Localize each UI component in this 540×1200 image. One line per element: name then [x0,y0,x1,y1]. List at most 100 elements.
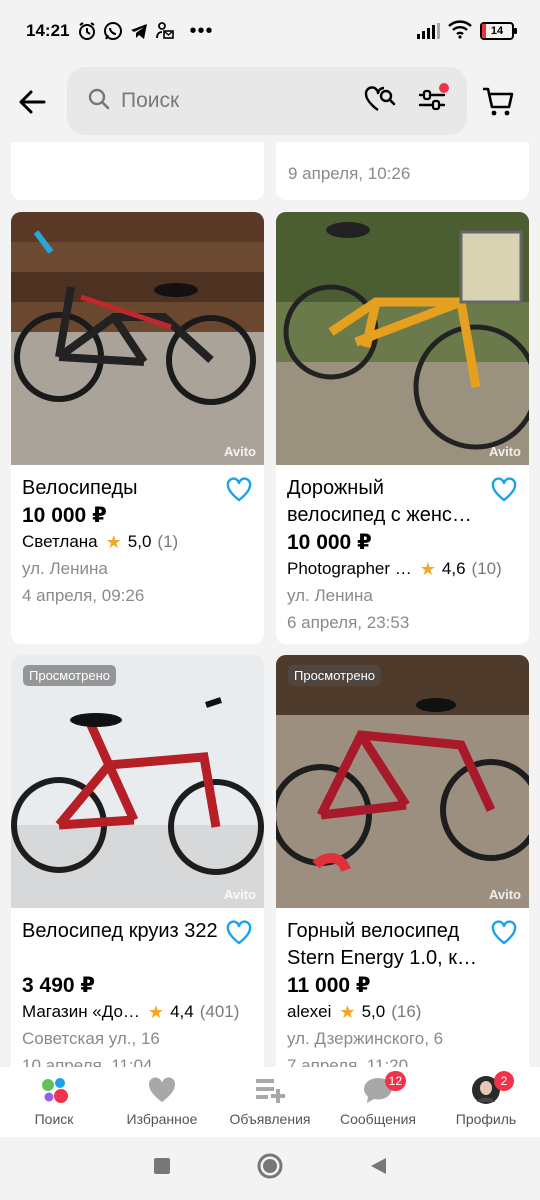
nav-label: Сообщения [340,1111,416,1127]
listing-address: ул. Ленина [22,559,108,578]
nav-label: Объявления [229,1111,311,1127]
listing-photo[interactable]: Avito [276,212,529,465]
nav-item-profile[interactable]: 2 Профиль [432,1067,540,1137]
listing-title[interactable]: Дорожный велосипед с женс… [287,475,483,529]
back-triangle-icon[interactable] [368,1156,388,1181]
listing-photo[interactable]: Avito [11,212,264,465]
favorite-heart-icon[interactable] [491,477,517,503]
review-count: (10) [471,559,502,578]
alarm-icon [77,21,97,41]
listing-price: 3 490 ₽ [22,974,95,997]
nav-item-favorites[interactable]: Избранное [108,1067,216,1137]
listing-price: 11 000 ₽ [287,974,371,997]
listing-price: 10 000 ₽ [22,504,107,527]
battery-level: 14 [490,25,504,37]
seller-rating: 4,4 [170,1002,194,1021]
listing-address: ул. Дзержинского, 6 [287,1029,444,1048]
seller-rating: 4,6 [441,559,466,578]
back-arrow-icon [19,90,46,114]
seller-rating: 5,0 [127,532,152,551]
seller-name: Photographer … [287,559,412,578]
add-listing-icon [252,1075,288,1105]
watermark: Avito [488,444,521,459]
favorite-heart-icon[interactable] [491,920,517,946]
filter-active-dot [439,82,449,93]
seller-info: alexei ★ 5,0 (16) [287,999,517,1025]
listing-date: 7 апреля, 11:20 [287,1056,409,1067]
nav-item-search[interactable]: Поиск [0,1067,108,1137]
signal-icon [417,23,440,39]
telegram-icon [129,21,149,41]
avito-search-icon [36,1075,72,1105]
back-button[interactable] [0,62,64,142]
seller-info: Photographer … ★ 4,6 (10) [287,556,517,582]
seller-name: Магазин «До… [22,1002,140,1021]
watermark: Avito [488,887,521,902]
seller-info: Светлана ★ 5,0 (1) [22,529,252,555]
search-input[interactable]: Поиск [67,67,467,135]
listing-photo[interactable]: Просмотрено Avito [276,655,529,908]
listing-photo[interactable]: Просмотрено Avito [11,655,264,908]
home-circle-icon[interactable] [256,1152,284,1185]
favorite-heart-icon[interactable] [226,477,252,503]
more-dots-icon: ••• [189,19,214,42]
listing-card[interactable]: Просмотрено Avito Горный велосипед Stern… [276,655,529,1067]
battery-icon: 14 [480,22,517,40]
seller-rating: 5,0 [361,1002,386,1021]
search-placeholder: Поиск [121,89,180,112]
system-navigation [0,1137,540,1200]
nav-item-listings[interactable]: Объявления [216,1067,324,1137]
wifi-icon [448,19,472,44]
listing-date: 6 апреля, 23:53 [287,613,410,632]
avatar-icon: 2 [468,1071,514,1105]
viewed-badge: Просмотрено [288,665,382,686]
seller-name: Светлана [22,532,98,551]
nav-label: Избранное [126,1111,198,1127]
cart-button[interactable] [478,80,518,124]
listing-title[interactable]: Велосипеды [22,475,218,502]
watermark: Avito [223,444,256,459]
previous-card-left[interactable] [11,142,264,200]
listing-card[interactable]: Avito Дорожный велосипед с женс… 10 000 … [276,212,529,644]
star-icon: ★ [339,1002,356,1022]
bottom-navigation: Поиск Избранное Объявления 12 Сообщения … [0,1067,540,1137]
listing-date: 4 апреля, 09:26 [22,586,145,605]
chat-icon: 12 [360,1071,406,1105]
listing-card[interactable]: Avito Велосипеды 10 000 ₽ Светлана ★ 5,0… [11,212,264,644]
mail-icon [155,21,175,41]
listing-title[interactable]: Горный велосипед Stern Energy 1.0, к… [287,918,483,972]
messages-badge: 12 [384,1071,406,1091]
seller-info: Магазин «До… ★ 4,4 (401) [22,999,252,1025]
listing-date: 10 апреля, 11:04 [22,1056,153,1067]
listings-feed[interactable]: 9 апреля, 10:26 Avito Велосипеды 10 000 … [0,142,540,1067]
review-count: (16) [391,1002,422,1021]
star-icon: ★ [147,1002,165,1022]
filter-icon[interactable] [417,82,449,118]
favorite-heart-icon[interactable] [226,920,252,946]
status-time: 14:21 [26,21,70,40]
previous-card-right[interactable]: 9 апреля, 10:26 [276,142,529,200]
saved-search-icon[interactable] [363,84,397,119]
cart-icon [483,87,514,116]
listing-date: 9 апреля, 10:26 [288,164,411,183]
heart-icon [144,1075,180,1105]
listing-title[interactable]: Велосипед круиз 322 [22,918,218,972]
listing-address: Советская ул., 16 [22,1029,160,1048]
recents-square-icon[interactable] [152,1156,172,1181]
listing-card[interactable]: Просмотрено Avito Велосипед круиз 322 3 … [11,655,264,1067]
listing-address: ул. Ленина [287,586,373,605]
review-count: (1) [157,532,179,551]
star-icon: ★ [105,532,122,552]
star-icon: ★ [419,559,436,579]
seller-name: alexei [287,1002,332,1021]
watermark: Avito [223,887,256,902]
viewed-badge: Просмотрено [23,665,117,686]
status-bar: 14:21 ••• 14 [0,0,540,62]
whatsapp-icon [103,21,123,41]
top-bar: Поиск [0,62,540,142]
nav-label: Профиль [455,1111,517,1127]
review-count: (401) [199,1002,240,1021]
nav-item-messages[interactable]: 12 Сообщения [324,1067,432,1137]
nav-label: Поиск [34,1111,74,1127]
search-icon [87,87,111,116]
